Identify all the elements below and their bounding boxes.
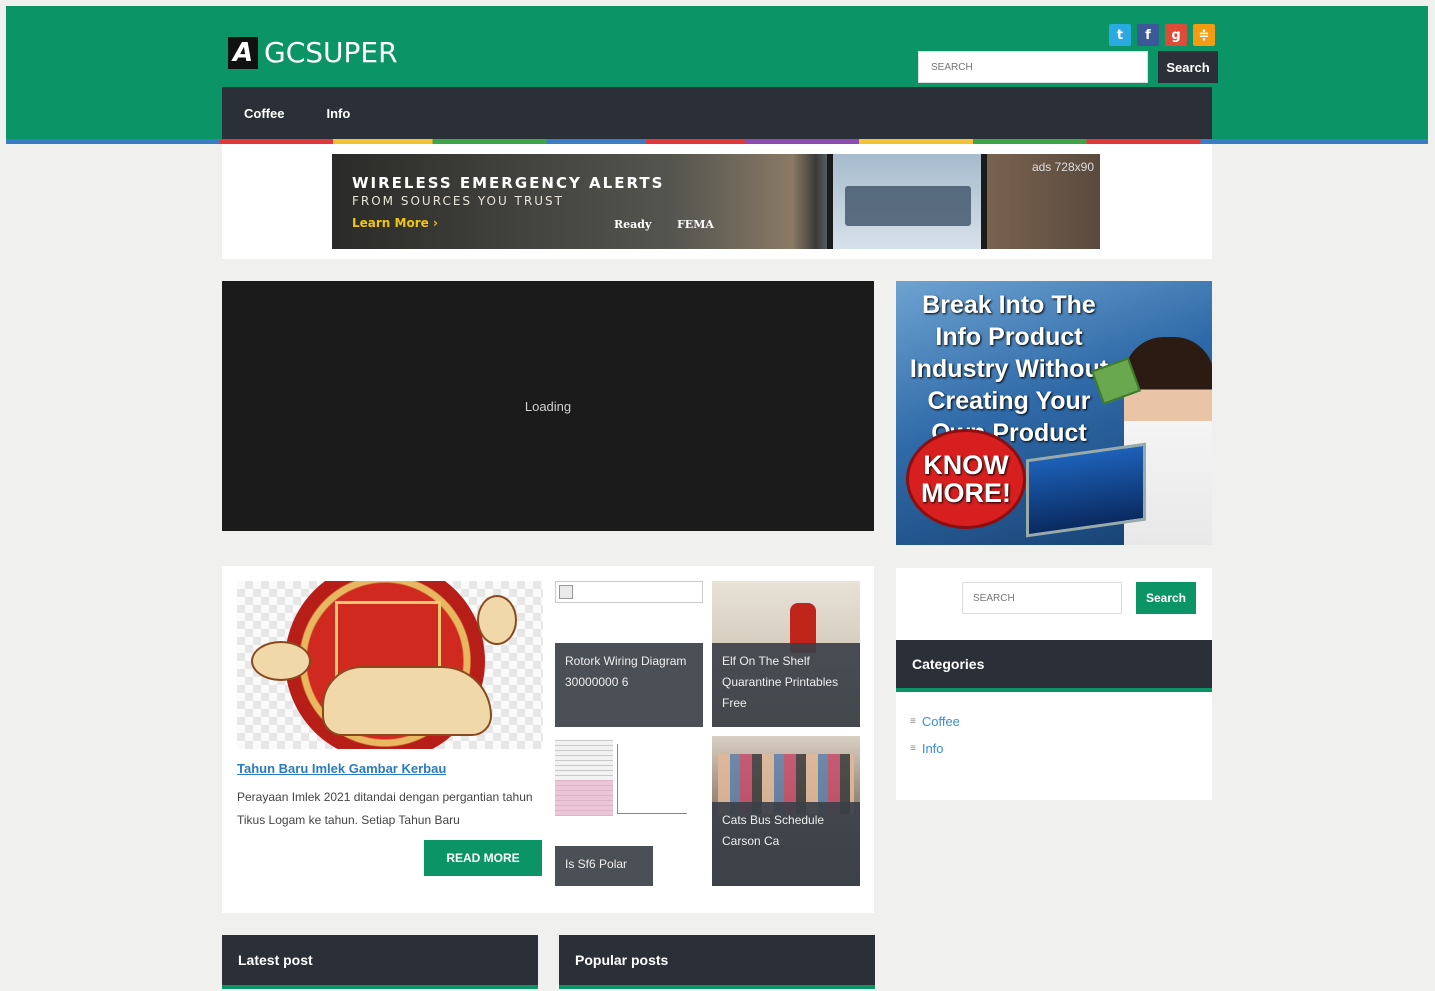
- category-item-coffee[interactable]: ≡ Coffee: [910, 714, 1198, 729]
- tile-caption: Is Sf6 Polar: [555, 846, 653, 886]
- ad-phone-image: [827, 154, 987, 249]
- read-more-button[interactable]: READ MORE: [424, 840, 542, 876]
- category-item-info[interactable]: ≡ Info: [910, 741, 1198, 756]
- latest-post-heading: Latest post: [222, 935, 538, 989]
- ad-cta[interactable]: Learn More ›: [352, 216, 438, 230]
- featured-image-cloud: [251, 641, 311, 681]
- header-search-button[interactable]: Search: [1158, 51, 1218, 83]
- featured-tile[interactable]: Cats Bus Schedule Carson Ca: [712, 736, 860, 886]
- promo-button[interactable]: KNOW MORE!: [906, 429, 1026, 529]
- nav-item-coffee[interactable]: Coffee: [244, 106, 284, 121]
- featured-image-ox: [322, 666, 492, 736]
- featured-main-image[interactable]: [237, 581, 543, 749]
- ad-headline: WIRELESS EMERGENCY ALERTS: [352, 174, 665, 192]
- list-bullet-icon: ≡: [910, 743, 916, 754]
- page: A GCSUPER t f g ≑ Search Coffee Info WIR…: [0, 0, 1435, 991]
- site-logo[interactable]: A GCSUPER: [228, 36, 398, 69]
- ad-badge-ready: Ready: [614, 218, 652, 231]
- twitter-icon[interactable]: t: [1109, 24, 1131, 46]
- featured-posts: Tahun Baru Imlek Gambar Kerbau Perayaan …: [222, 566, 874, 913]
- sidebar-search-button[interactable]: Search: [1136, 582, 1196, 614]
- logo-text: GCSUPER: [264, 36, 398, 69]
- featured-image-cloud: [477, 595, 517, 645]
- video-player[interactable]: Loading: [222, 281, 874, 531]
- rss-icon[interactable]: ≑: [1193, 24, 1215, 46]
- categories-heading: Categories: [896, 640, 1212, 692]
- social-links: t f g ≑: [1109, 24, 1215, 46]
- ad-size-label: ads 728x90: [1031, 160, 1094, 174]
- category-label: Info: [921, 741, 944, 756]
- main-nav: Coffee Info: [222, 87, 1212, 139]
- tile-caption: Cats Bus Schedule Carson Ca: [712, 802, 860, 886]
- tile-caption: Elf On The Shelf Quarantine Printables F…: [712, 643, 860, 727]
- sidebar-search-input[interactable]: [962, 582, 1122, 614]
- ad-phone-alert: [845, 186, 971, 226]
- category-label: Coffee: [921, 714, 960, 729]
- tile-image-diagram: [617, 744, 687, 814]
- nav-item-info[interactable]: Info: [326, 106, 350, 121]
- promo-ad[interactable]: Break Into The Info Product Industry Wit…: [896, 281, 1212, 545]
- broken-image-icon: [555, 581, 703, 603]
- video-loading-text: Loading: [524, 398, 572, 414]
- ad-subline: FROM SOURCES YOU TRUST: [352, 194, 564, 208]
- featured-main-excerpt: Perayaan Imlek 2021 ditandai dengan perg…: [237, 790, 533, 827]
- featured-tile[interactable]: Elf On The Shelf Quarantine Printables F…: [712, 581, 860, 727]
- ad-banner[interactable]: WIRELESS EMERGENCY ALERTS FROM SOURCES Y…: [332, 154, 1100, 249]
- ad-badge-fema: FEMA: [677, 218, 714, 231]
- header-search: Search: [918, 51, 1218, 83]
- list-bullet-icon: ≡: [910, 716, 916, 727]
- popular-posts-heading: Popular posts: [559, 935, 875, 989]
- ad-container: WIRELESS EMERGENCY ALERTS FROM SOURCES Y…: [222, 144, 1212, 259]
- sidebar-search: Search: [896, 568, 1212, 640]
- promo-headline: Break Into The Info Product Industry Wit…: [909, 291, 1109, 447]
- tile-image-table-highlight: [555, 780, 613, 816]
- google-plus-icon[interactable]: g: [1165, 24, 1187, 46]
- tile-caption: Rotork Wiring Diagram 30000000 6: [555, 643, 703, 727]
- featured-tile[interactable]: Rotork Wiring Diagram 30000000 6: [555, 581, 703, 727]
- categories-list: ≡ Coffee ≡ Info: [896, 692, 1212, 800]
- featured-main-title[interactable]: Tahun Baru Imlek Gambar Kerbau: [237, 761, 446, 776]
- header-search-input[interactable]: [918, 51, 1148, 83]
- facebook-icon[interactable]: f: [1137, 24, 1159, 46]
- featured-tile[interactable]: Is Sf6 Polar: [555, 740, 703, 886]
- logo-mark: A: [228, 36, 258, 69]
